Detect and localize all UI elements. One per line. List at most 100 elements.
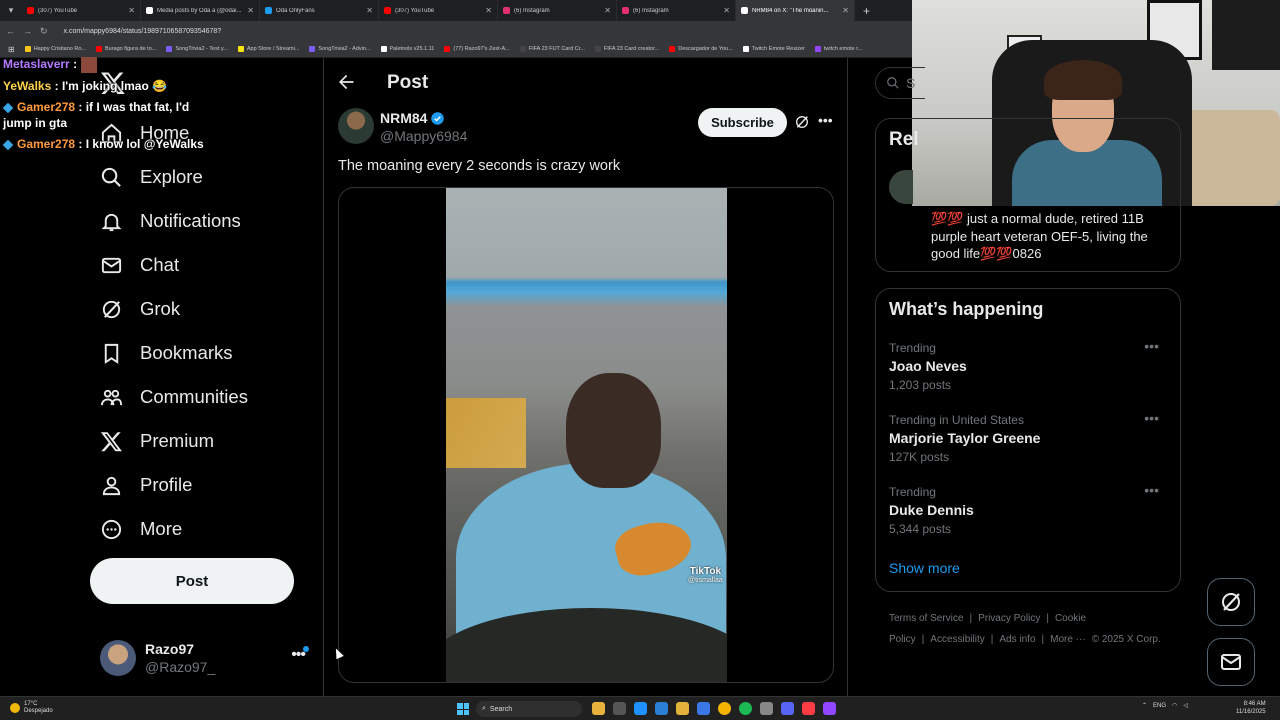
browser-tab[interactable]: Oda OnlyFans ✕ [260,0,379,21]
footer-link[interactable]: Privacy Policy [978,613,1040,624]
weather-widget[interactable]: 17°C Despejado [10,701,53,715]
music-icon[interactable] [802,702,815,715]
author-handle[interactable]: @Mappy6984 [380,128,467,144]
edge-icon[interactable] [634,702,647,715]
trend-item[interactable]: Trending Joao Neves 1,203 posts ••• [889,338,1169,394]
bookmark-item[interactable]: SongTrivia2 - Advin... [309,46,371,52]
bookmark-item[interactable]: Descargador de You... [669,46,733,52]
footer-link[interactable]: © 2025 X Corp. [1092,634,1161,645]
grok-float-button[interactable] [1207,578,1255,626]
lang-indicator[interactable]: ENG [1153,703,1166,709]
spotify-icon[interactable] [739,702,752,715]
bookmark-item[interactable]: twitch emote r... [814,46,862,52]
streamer-hair [1044,60,1122,100]
chrome-icon[interactable] [718,702,731,715]
clock[interactable]: 8:46 AM 11/16/2025 [1236,700,1266,716]
mail-app-icon[interactable] [697,702,710,715]
windows-start-icon[interactable] [457,703,469,715]
new-tab-button[interactable]: + [855,4,878,18]
bookmark-item[interactable]: Paletools v25.1.11 [380,46,434,52]
close-icon[interactable]: ✕ [366,6,373,15]
browser-tab[interactable]: (6) Instagram ✕ [617,0,736,21]
messages-float-button[interactable] [1207,638,1255,686]
author-name[interactable]: NRM84 [380,110,445,126]
footer-link[interactable]: Terms of Service [889,613,963,624]
back-nav-icon[interactable]: ← [6,26,15,36]
twitch-icon[interactable] [823,702,836,715]
close-icon[interactable]: ✕ [842,6,849,15]
bookmark-item[interactable]: Happy Cristiano Ro... [24,46,86,52]
forward-nav-icon[interactable]: → [23,26,32,36]
windows-taskbar: 17°C Despejado ⌕ Search ⌃ ENG ◠ ◁ 8:46 A… [0,696,1280,720]
browser-tab[interactable]: (307) YouTube ✕ [379,0,498,21]
footer-link[interactable]: More ··· [1050,634,1086,645]
tab-label: (6) Instagram [514,7,550,14]
close-icon[interactable]: ✕ [485,6,492,15]
back-arrow-icon[interactable] [336,72,356,92]
bookmark-item[interactable]: App Store / Streami... [237,46,299,52]
show-more-link[interactable]: Show more [889,560,960,576]
chat-text: : I'm joking lmao 😂 [54,78,168,93]
tab-favicon-icon [622,7,629,14]
volume-icon[interactable]: ◁ [1183,702,1188,709]
more-options-icon[interactable]: ••• [1144,482,1159,498]
nav-item-explore[interactable]: Explore [100,162,203,192]
close-icon[interactable]: ✕ [723,6,730,15]
bookmark-item[interactable]: Burago figura de to... [95,46,156,52]
store-icon[interactable] [655,702,668,715]
reload-icon[interactable]: ↻ [40,26,48,37]
trend-item[interactable]: Trending in United States Marjorie Taylor… [889,410,1169,466]
nav-item-profile[interactable]: Profile [100,470,192,500]
nav-item-premium[interactable]: Premium [100,426,214,456]
close-icon[interactable]: ✕ [128,6,135,15]
close-icon[interactable]: ✕ [247,6,254,15]
chat-username: YeWalks [3,78,52,93]
bookmark-item[interactable]: FIFA 23 FUT Card Cr... [519,46,585,52]
trend-item[interactable]: Trending Duke Dennis 5,344 posts ••• [889,482,1169,538]
more-options-icon[interactable]: ••• [1144,338,1159,354]
explorer-icon[interactable] [592,702,605,715]
nav-item-notifications[interactable]: Notifications [100,206,241,236]
url-field[interactable]: x.com/mappy6984/status/19897106587093546… [64,28,222,35]
nav-item-chat[interactable]: Chat [100,250,179,280]
tab-list-button[interactable]: ▾ [0,0,22,21]
browser-tab[interactable]: (6) Instagram ✕ [498,0,617,21]
taskbar-search[interactable]: ⌕ Search [476,701,582,717]
nav-item-more[interactable]: More [100,514,182,544]
subscribe-button[interactable]: Subscribe [698,108,787,137]
video-player[interactable]: TikTok @tismallaa [446,188,727,682]
wifi-icon[interactable]: ◠ [1172,702,1177,709]
temperature: 17°C [24,701,38,707]
browser-tab[interactable]: (307) YouTube ✕ [22,0,141,21]
more-options-icon[interactable]: ••• [818,112,833,128]
account-switcher[interactable]: Razo97 @Razo97_ ••• [100,638,315,678]
nav-item-bookmarks[interactable]: Bookmarks [100,338,233,368]
bookmark-label: (77) Razo97's Zest-A... [453,46,510,52]
bookmark-item[interactable]: SongTrivia2 - Test y... [166,46,228,52]
discord-icon[interactable] [781,702,794,715]
post-button[interactable]: Post [90,558,294,604]
files-icon[interactable] [676,702,689,715]
chevron-up-icon[interactable]: ⌃ [1142,702,1147,709]
browser-tab[interactable]: NRM84 on X: "The moanin... ✕ [736,0,855,21]
close-icon[interactable]: ✕ [604,6,611,15]
nav-item-communities[interactable]: Communities [100,382,248,412]
author-avatar[interactable] [338,108,374,144]
apps-icon[interactable]: ⊞ [8,45,15,54]
bookmark-favicon-icon [95,46,102,52]
grok-icon[interactable] [794,114,810,130]
bookmark-item[interactable]: FIFA 23 Card creator... [594,46,659,52]
more-options-icon[interactable]: ••• [1144,410,1159,426]
nav-item-grok[interactable]: Grok [100,294,180,324]
search-input[interactable]: S [875,67,925,99]
task-view-icon[interactable] [613,702,626,715]
browser-tab[interactable]: Media posts by Oda a (@odai... ✕ [141,0,260,21]
steam-icon[interactable] [760,702,773,715]
post-media[interactable]: TikTok @tismallaa [338,187,834,683]
bookmark-item[interactable]: Twitch Emote Resizer [742,46,805,52]
footer-link[interactable]: Accessibility [930,634,984,645]
bookmark-item[interactable]: (77) Razo97's Zest-A... [444,46,510,52]
trend-name: Marjorie Taylor Greene [889,430,1041,446]
trend-context: Trending [889,485,936,499]
footer-link[interactable]: Ads info [999,634,1035,645]
